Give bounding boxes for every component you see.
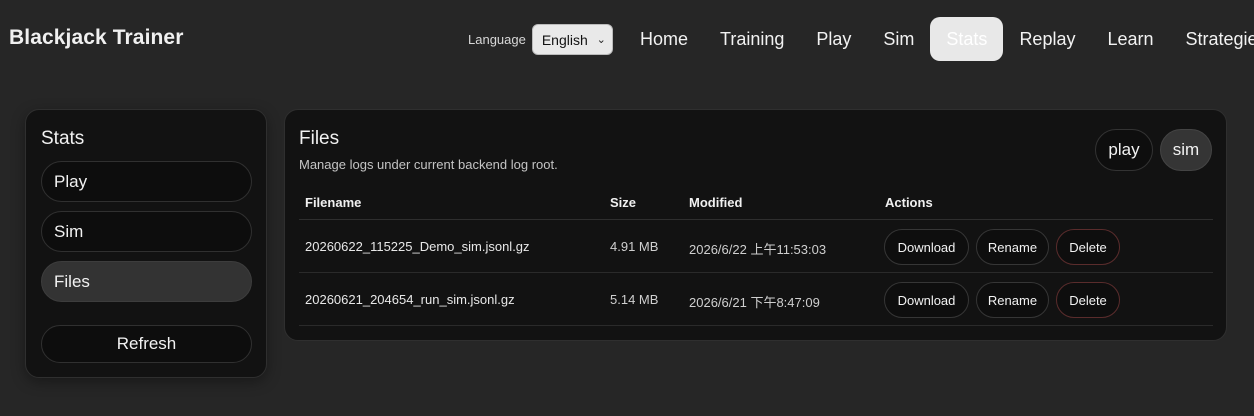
nav-play[interactable]: Play	[800, 17, 867, 61]
delete-button[interactable]: Delete	[1056, 229, 1120, 265]
file-size: 5.14 MB	[610, 292, 659, 307]
download-button[interactable]: Download	[884, 282, 969, 318]
files-panel: Files Manage logs under current backend …	[284, 109, 1227, 341]
download-button[interactable]: Download	[884, 229, 969, 265]
filter-play-button[interactable]: play	[1095, 129, 1153, 171]
column-header-modified: Modified	[689, 195, 743, 210]
sidebar-item-play[interactable]: Play	[41, 161, 252, 202]
delete-button[interactable]: Delete	[1056, 282, 1120, 318]
nav-stats[interactable]: Stats	[930, 17, 1004, 61]
sidebar-title: Stats	[41, 128, 85, 149]
nav-training[interactable]: Training	[704, 17, 800, 61]
sidebar-item-files[interactable]: Files	[41, 261, 252, 302]
language-label: Language	[468, 32, 526, 47]
nav-replay[interactable]: Replay	[1003, 17, 1091, 61]
table-header: Filename Size Modified Actions	[299, 192, 1213, 220]
sidebar-item-sim[interactable]: Sim	[41, 211, 252, 252]
nav-home[interactable]: Home	[624, 17, 704, 61]
file-modified: 2026/6/22 上午11:53:03	[689, 242, 827, 257]
refresh-button[interactable]: Refresh	[41, 325, 252, 363]
nav-sim[interactable]: Sim	[867, 17, 930, 61]
nav-strategies[interactable]: Strategies	[1170, 17, 1254, 61]
files-table: Filename Size Modified Actions 20260622_…	[299, 192, 1213, 326]
file-modified: 2026/6/21 下午8:47:09	[689, 295, 820, 310]
column-header-actions: Actions	[885, 195, 933, 210]
column-header-filename: Filename	[305, 195, 362, 210]
table-row: 20260622_115225_Demo_sim.jsonl.gz 4.91 M…	[299, 220, 1213, 273]
table-row: 20260621_204654_run_sim.jsonl.gz 5.14 MB…	[299, 273, 1213, 326]
language-select[interactable]: English ⌄	[531, 24, 613, 55]
column-header-size: Size	[610, 195, 637, 210]
chevron-down-icon: ⌄	[596, 34, 606, 46]
top-bar: Blackjack Trainer Language English ⌄ Hom…	[0, 0, 1254, 78]
language-control: Language English ⌄	[468, 24, 613, 55]
files-subtitle: Manage logs under current backend log ro…	[299, 157, 558, 172]
file-name: 20260621_204654_run_sim.jsonl.gz	[305, 292, 515, 307]
rename-button[interactable]: Rename	[976, 282, 1049, 318]
file-name: 20260622_115225_Demo_sim.jsonl.gz	[305, 239, 530, 254]
nav-learn[interactable]: Learn	[1091, 17, 1169, 61]
file-size: 4.91 MB	[610, 239, 659, 254]
filter-sim-button[interactable]: sim	[1160, 129, 1212, 171]
stats-sidebar: Stats Play Sim Files Refresh	[25, 109, 267, 378]
app-title: Blackjack Trainer	[9, 26, 184, 49]
language-selected-value: English	[541, 31, 588, 48]
files-title: Files	[299, 128, 340, 149]
main-nav: Home Training Play Sim Stats Replay Lear…	[624, 17, 1254, 61]
rename-button[interactable]: Rename	[976, 229, 1049, 265]
